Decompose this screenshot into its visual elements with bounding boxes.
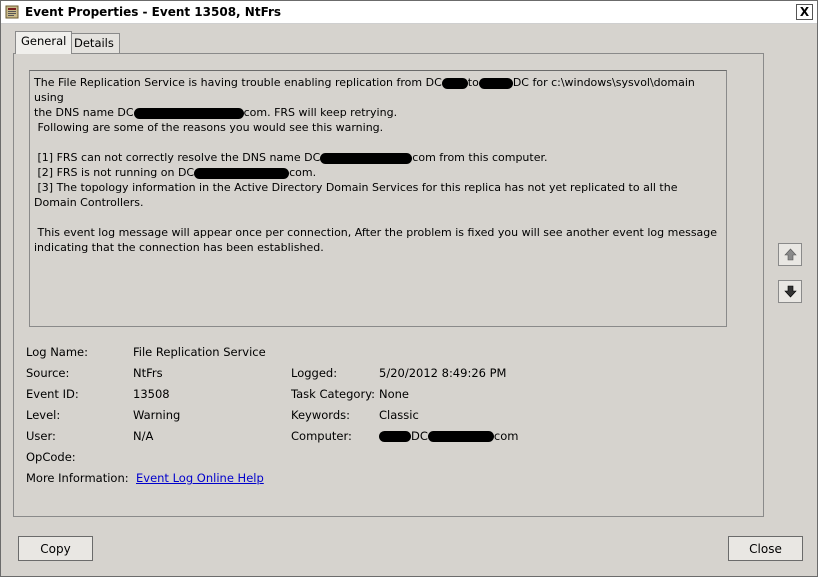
redaction	[379, 431, 411, 442]
level-value: Warning	[133, 408, 181, 422]
source-value: NtFrs	[133, 366, 163, 380]
event-description[interactable]: The File Replication Service is having t…	[29, 70, 727, 327]
description-line-1: The File Replication Service is having t…	[34, 76, 699, 104]
log-name-label: Log Name:	[26, 345, 88, 359]
event-properties-window: Event Properties - Event 13508, NtFrs X …	[0, 0, 818, 577]
computer-label: Computer:	[291, 429, 352, 443]
logged-value: 5/20/2012 8:49:26 PM	[379, 366, 507, 380]
logged-label: Logged:	[291, 366, 338, 380]
keywords-label: Keywords:	[291, 408, 350, 422]
more-information-label: More Information:	[26, 471, 129, 485]
user-value: N/A	[133, 429, 154, 443]
close-button[interactable]: Close	[728, 536, 803, 561]
task-category-label: Task Category:	[291, 387, 376, 401]
keywords-value: Classic	[379, 408, 419, 422]
tab-details[interactable]: Details	[68, 33, 120, 53]
user-label: User:	[26, 429, 56, 443]
task-category-value: None	[379, 387, 410, 401]
event-viewer-icon	[5, 5, 19, 19]
redaction	[478, 77, 513, 89]
redaction	[427, 431, 494, 442]
closing-message: This event log message will appear once …	[34, 226, 721, 254]
next-event-button[interactable]	[778, 280, 802, 303]
close-window-button[interactable]: X	[796, 4, 813, 20]
window-title: Event Properties - Event 13508, NtFrs	[25, 5, 282, 19]
previous-event-button[interactable]	[778, 243, 802, 266]
description-line-3: Following are some of the reasons you wo…	[34, 121, 384, 134]
tab-general[interactable]: General	[15, 31, 73, 54]
reason-3: [3] The topology information in the Acti…	[34, 181, 681, 209]
level-label: Level:	[26, 408, 61, 422]
reason-2: [2] FRS is not running on DC com.	[34, 166, 317, 179]
event-log-online-help-link[interactable]: Event Log Online Help	[136, 471, 264, 485]
event-id-value: 13508	[133, 387, 170, 401]
source-label: Source:	[26, 366, 70, 380]
description-line-2: the DNS name DC com. FRS will keep retryi…	[34, 106, 398, 119]
title-bar: Event Properties - Event 13508, NtFrs X	[1, 1, 817, 24]
redaction	[133, 107, 244, 119]
computer-value: DC com	[379, 429, 518, 443]
redaction	[194, 167, 290, 179]
reason-1: [1] FRS can not correctly resolve the DN…	[34, 151, 548, 164]
redaction	[320, 152, 413, 164]
opcode-label: OpCode:	[26, 450, 76, 464]
log-name-value: File Replication Service	[133, 345, 266, 359]
redaction	[441, 77, 468, 89]
copy-button[interactable]: Copy	[18, 536, 93, 561]
event-id-label: Event ID:	[26, 387, 79, 401]
